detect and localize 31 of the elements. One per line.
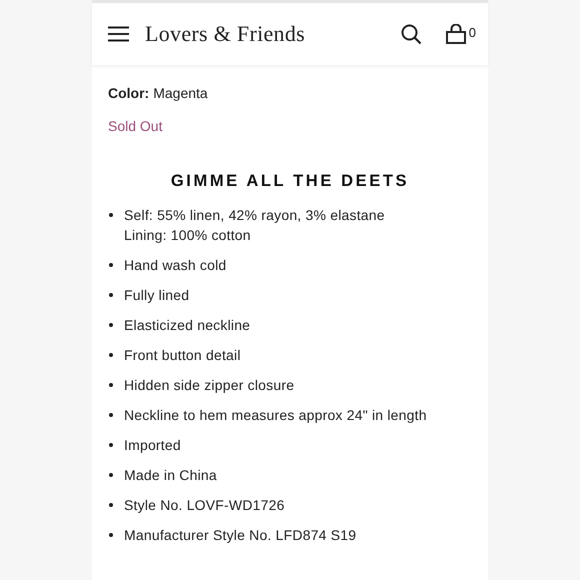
bullet-icon [109, 413, 113, 417]
detail-text: Manufacturer Style No. LFD874 S19 [124, 526, 356, 545]
color-label: Color: [108, 85, 150, 101]
section-heading: GIMME ALL THE DEETS [170, 172, 410, 191]
detail-text: Front button detail [124, 346, 241, 365]
detail-text: Made in China [124, 466, 217, 485]
detail-text: Self: 55% linen, 42% rayon, 3% elastane Lining: 100% cotton [124, 206, 385, 245]
menu-icon[interactable] [108, 26, 129, 42]
bullet-icon [109, 323, 113, 327]
bullet-icon [109, 443, 113, 447]
bullet-icon [109, 533, 113, 537]
detail-text: Neckline to hem measures approx 24" in length [124, 406, 427, 425]
search-icon[interactable] [400, 24, 422, 44]
bullet-icon [109, 503, 113, 507]
bullet-icon [109, 263, 113, 267]
color-value: Magenta [153, 85, 208, 101]
brand-logo[interactable]: Lovers & Friends [145, 21, 401, 47]
cart-count: 0 [468, 25, 476, 40]
bullet-icon [109, 353, 113, 357]
detail-text: Style No. LOVF-WD1726 [124, 496, 285, 515]
detail-text: Elasticized neckline [124, 316, 250, 335]
detail-text: Hand wash cold [124, 256, 226, 275]
bullet-icon [109, 293, 113, 297]
bullet-icon [109, 383, 113, 387]
bullet-icon [109, 213, 113, 217]
bullet-icon [109, 473, 113, 477]
detail-text: Hidden side zipper closure [124, 376, 294, 395]
sold-out-status: Sold Out [108, 118, 162, 134]
detail-text: Fully lined [124, 286, 190, 305]
shopping-bag-icon[interactable] [446, 24, 466, 44]
detail-text: Imported [124, 436, 181, 455]
